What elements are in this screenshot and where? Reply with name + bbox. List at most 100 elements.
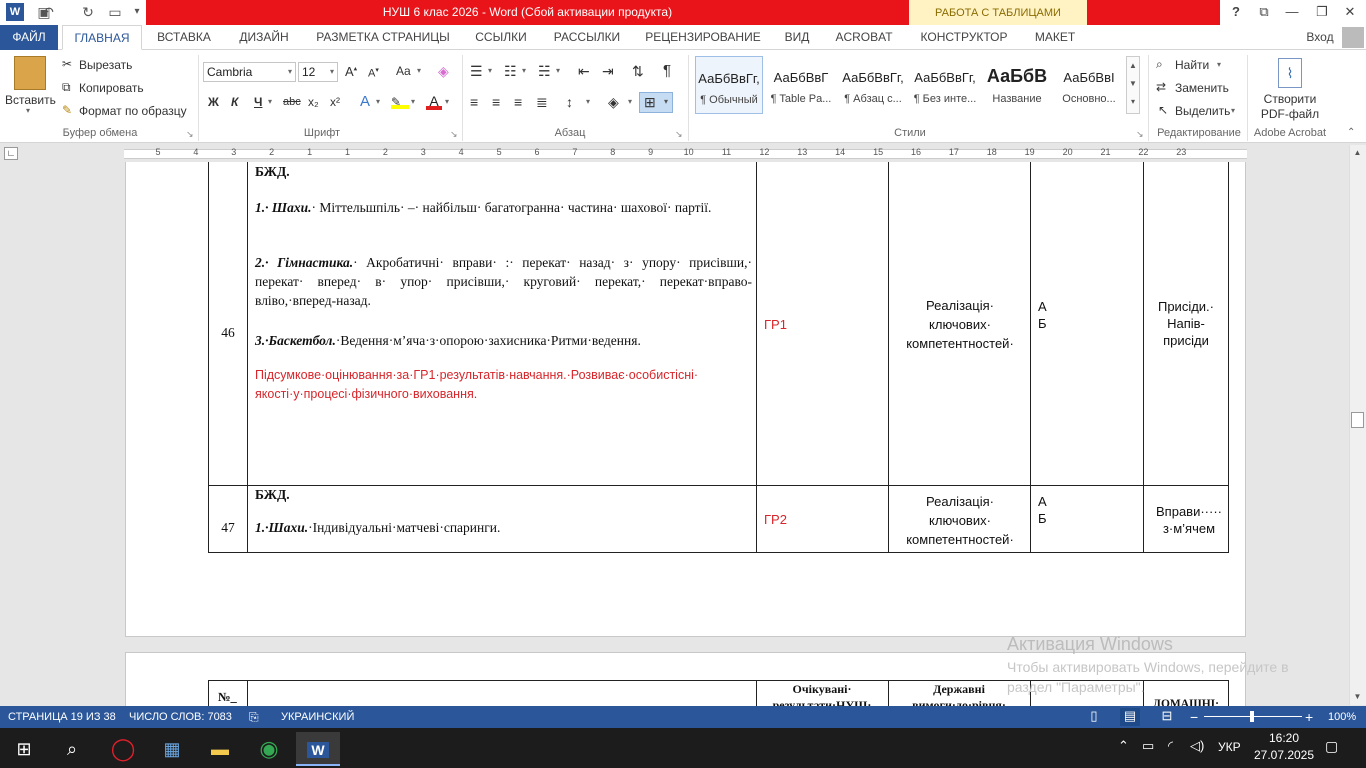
format-painter-icon[interactable]: ✎ [62, 103, 72, 117]
show-formatting-icon[interactable]: ¶ [663, 62, 671, 79]
style-normal[interactable]: АаБбВвГг, ¶ Обычный [695, 56, 763, 114]
language-indicator[interactable]: УКРАИНСКИЙ [281, 706, 354, 728]
clear-formatting-icon[interactable]: ◈ [438, 63, 449, 80]
keyboard-language[interactable]: УКР [1218, 740, 1241, 754]
shrink-font-icon[interactable]: A▾ [368, 66, 379, 80]
tab-insert[interactable]: ВСТАВКА [150, 25, 218, 50]
select-icon[interactable]: ↖ [1158, 103, 1168, 117]
signin-link[interactable]: Вход [1300, 25, 1340, 50]
find-dropdown-icon[interactable]: ▾ [1217, 60, 1221, 69]
styles-scroll-down-icon[interactable]: ▼ [1127, 75, 1139, 93]
create-pdf-icon[interactable]: ⌇ [1278, 58, 1302, 88]
style-list-paragraph[interactable]: АаБбВвГг, ¶ Абзац с... [839, 56, 907, 114]
sort-icon[interactable]: ⇅ [632, 63, 644, 80]
highlight-icon[interactable]: ✎ [391, 95, 409, 109]
opera-icon[interactable]: ◯ [101, 732, 145, 766]
styles-scroll-up-icon[interactable]: ▲ [1127, 57, 1139, 75]
line-spacing-icon[interactable]: ↕ [566, 94, 573, 110]
chrome-icon[interactable]: ◉ [247, 732, 291, 766]
create-pdf-line2[interactable]: PDF-файл [1258, 107, 1322, 121]
borders-button[interactable]: ⊞ ▾ [639, 92, 673, 113]
copy-icon[interactable]: ⧉ [62, 80, 71, 95]
control-panel-icon[interactable]: ▦ [150, 732, 194, 766]
styles-more-icon[interactable]: ▾ [1127, 93, 1139, 111]
web-layout-icon[interactable]: ⊟ [1157, 708, 1177, 726]
read-mode-icon[interactable]: ▯ [1084, 708, 1104, 726]
tab-table-design[interactable]: КОНСТРУКТОР [912, 25, 1016, 50]
tab-design[interactable]: ДИЗАЙН [230, 25, 298, 50]
multilevel-list-dropdown-icon[interactable]: ▾ [556, 66, 560, 75]
tab-page-layout[interactable]: РАЗМЕТКА СТРАНИЦЫ [310, 25, 456, 50]
bullets-icon[interactable]: ☰ [470, 63, 483, 80]
wifi-icon[interactable]: ◜ [1168, 738, 1173, 754]
find-button[interactable]: Найти [1175, 58, 1209, 72]
copy-button[interactable]: Копировать [79, 81, 144, 95]
style-table-paragraph[interactable]: АаБбВвГ ¶ Table Pa... [767, 56, 835, 114]
styles-launcher-icon[interactable]: ↘ [1136, 129, 1144, 140]
style-body-text[interactable]: АаБбВвІ Основно... [1055, 56, 1123, 114]
tab-view[interactable]: ВИД [778, 25, 816, 50]
zoom-in-icon[interactable]: + [1305, 706, 1313, 728]
minimize-icon[interactable]: — [1278, 2, 1306, 22]
change-case-dropdown-icon[interactable]: ▾ [417, 66, 421, 75]
change-case-button[interactable]: Aa [396, 64, 411, 78]
scroll-down-icon[interactable]: ▼ [1350, 690, 1365, 704]
scroll-up-icon[interactable]: ▲ [1350, 146, 1365, 160]
maximize-icon[interactable]: ❐ [1308, 2, 1336, 22]
search-icon[interactable]: ⌕ [50, 732, 94, 766]
cut-icon[interactable]: ✂ [62, 57, 72, 71]
paste-icon[interactable] [14, 56, 46, 90]
print-layout-icon[interactable]: ▤ [1120, 708, 1140, 726]
align-left-icon[interactable]: ≡ [470, 94, 478, 110]
tab-mailings[interactable]: РАССЫЛКИ [546, 25, 628, 50]
create-pdf-line1[interactable]: Створити [1262, 92, 1318, 106]
styles-scroll[interactable]: ▲ ▼ ▾ [1126, 56, 1140, 114]
style-no-spacing[interactable]: АаБбВвГг, ¶ Без инте... [911, 56, 979, 114]
table-cell-level[interactable] [1030, 485, 1144, 553]
align-center-icon[interactable]: ≡ [492, 94, 500, 110]
collapse-ribbon-icon[interactable]: ⌃ [1347, 127, 1355, 138]
proofing-icon[interactable]: ⎘ [249, 706, 259, 728]
file-explorer-icon[interactable]: ▬ [198, 732, 242, 766]
font-launcher-icon[interactable]: ↘ [450, 129, 458, 140]
undo-icon[interactable]: ↶ [38, 3, 58, 21]
tab-acrobat[interactable]: ACROBAT [828, 25, 900, 50]
bold-button[interactable]: Ж [208, 95, 219, 109]
tab-file[interactable]: ФАЙЛ [0, 25, 58, 50]
format-painter-button[interactable]: Формат по образцу [79, 104, 187, 118]
scroll-thumb[interactable] [1351, 412, 1364, 428]
select-dropdown-icon[interactable]: ▾ [1231, 106, 1235, 115]
zoom-level[interactable]: 100% [1328, 706, 1356, 728]
multilevel-list-icon[interactable]: ☵ [538, 63, 551, 80]
decrease-indent-icon[interactable]: ⇤ [578, 63, 590, 80]
increase-indent-icon[interactable]: ⇥ [602, 63, 614, 80]
justify-icon[interactable]: ≣ [536, 94, 548, 111]
cut-button[interactable]: Вырезать [79, 58, 132, 72]
open-icon[interactable]: ▭ [105, 3, 125, 21]
numbering-dropdown-icon[interactable]: ▾ [522, 66, 526, 75]
zoom-out-icon[interactable]: − [1190, 706, 1198, 728]
subscript-button[interactable]: x₂ [308, 95, 319, 109]
superscript-button[interactable]: x² [330, 95, 340, 109]
table-cell-level[interactable] [1030, 162, 1144, 486]
shading-icon[interactable]: ◈ [608, 94, 619, 111]
numbering-icon[interactable]: ☷ [504, 63, 517, 80]
paragraph-launcher-icon[interactable]: ↘ [675, 129, 683, 140]
redo-icon[interactable]: ↻ [78, 3, 98, 21]
highlight-dropdown-icon[interactable]: ▾ [411, 97, 415, 106]
paste-dropdown-icon[interactable]: ▾ [26, 106, 30, 115]
select-button[interactable]: Выделить [1175, 104, 1230, 118]
word-taskbar-icon[interactable]: W [296, 732, 340, 766]
grow-font-icon[interactable]: A▴ [345, 64, 357, 79]
ribbon-display-icon[interactable]: ⧉ [1250, 2, 1278, 22]
align-right-icon[interactable]: ≡ [514, 94, 522, 110]
shading-dropdown-icon[interactable]: ▾ [628, 97, 632, 106]
bullets-dropdown-icon[interactable]: ▾ [488, 66, 492, 75]
notifications-icon[interactable]: ▢ [1325, 738, 1338, 755]
underline-dropdown-icon[interactable]: ▾ [268, 97, 272, 106]
font-name-select[interactable]: Cambria ▾ [203, 62, 296, 82]
strikethrough-button[interactable]: abc [283, 96, 301, 108]
tab-selector-icon[interactable]: ∟ [4, 147, 18, 160]
font-color-dropdown-icon[interactable]: ▾ [445, 97, 449, 106]
text-effects-icon[interactable]: A [360, 93, 370, 110]
